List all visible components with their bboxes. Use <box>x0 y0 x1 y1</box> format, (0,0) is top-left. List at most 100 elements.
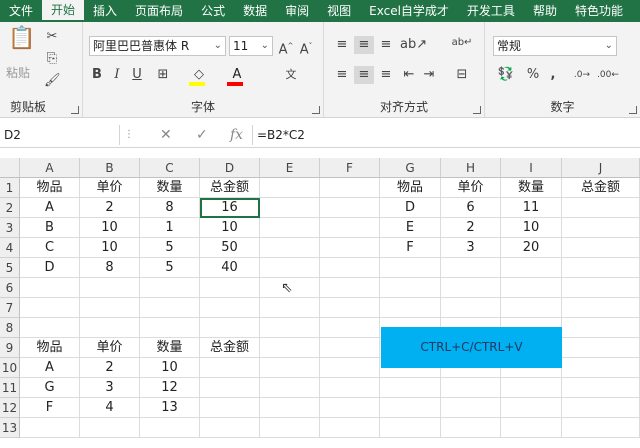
cell[interactable] <box>441 298 501 318</box>
cell[interactable] <box>20 418 80 438</box>
table-cell[interactable]: 3 <box>441 238 501 258</box>
table-cell[interactable] <box>200 398 260 418</box>
align-right-icon[interactable]: ≡ <box>376 66 396 84</box>
row-header-7[interactable]: 7 <box>0 298 20 318</box>
cell[interactable] <box>562 378 640 398</box>
table-cell[interactable] <box>562 198 640 218</box>
table-cell[interactable] <box>562 218 640 238</box>
cell[interactable] <box>320 198 380 218</box>
cell[interactable] <box>380 298 441 318</box>
number-launcher-icon[interactable] <box>629 106 637 114</box>
bold-button[interactable]: B <box>89 66 105 84</box>
cell[interactable] <box>20 278 80 298</box>
paste-label[interactable]: 粘贴 <box>6 64 30 81</box>
table-cell[interactable]: 16 <box>200 198 260 218</box>
table-cell[interactable]: 20 <box>501 238 562 258</box>
table-cell[interactable]: 10 <box>140 358 200 378</box>
table-cell[interactable]: 12 <box>140 378 200 398</box>
table-cell[interactable]: B <box>20 218 80 238</box>
align-bottom-icon[interactable]: ≡ <box>376 36 396 54</box>
cell[interactable] <box>80 318 140 338</box>
cell[interactable] <box>320 298 380 318</box>
name-box[interactable]: D2 <box>0 125 120 145</box>
table-cell[interactable]: 10 <box>80 238 140 258</box>
table-cell[interactable]: 2 <box>80 198 140 218</box>
format-painter-icon[interactable]: 🖌 <box>44 72 61 90</box>
column-header-J[interactable]: J <box>562 158 640 178</box>
table-cell[interactable]: 40 <box>200 258 260 278</box>
cell[interactable] <box>260 178 320 198</box>
cell[interactable] <box>320 338 380 358</box>
tab-9[interactable]: 开发工具 <box>458 0 524 22</box>
cell[interactable] <box>260 258 320 278</box>
table-cell[interactable] <box>200 378 260 398</box>
cell[interactable] <box>260 338 320 358</box>
tab-2[interactable]: 插入 <box>84 0 126 22</box>
table-cell[interactable]: 10 <box>80 218 140 238</box>
decrease-decimal-icon[interactable]: .00← <box>597 66 619 84</box>
cancel-icon[interactable]: ✕ <box>160 125 172 145</box>
fill-color-icon[interactable]: ◇ <box>187 66 211 86</box>
row-header-8[interactable]: 8 <box>0 318 20 338</box>
cell[interactable] <box>260 218 320 238</box>
alignment-launcher-icon[interactable] <box>473 106 481 114</box>
table1-header[interactable]: 物品 <box>20 178 80 198</box>
cell[interactable] <box>260 358 320 378</box>
table-cell[interactable]: A <box>20 358 80 378</box>
tab-3[interactable]: 页面布局 <box>126 0 192 22</box>
cell[interactable] <box>320 398 380 418</box>
cell[interactable] <box>501 398 562 418</box>
column-header-B[interactable]: B <box>80 158 140 178</box>
table-cell[interactable]: 13 <box>140 398 200 418</box>
table-cell[interactable]: 10 <box>501 218 562 238</box>
cell[interactable] <box>562 398 640 418</box>
merge-center-icon[interactable]: ⊟ <box>450 66 474 84</box>
table-cell[interactable]: 2 <box>80 358 140 378</box>
column-header-H[interactable]: H <box>441 158 501 178</box>
column-header-A[interactable]: A <box>20 158 80 178</box>
cell[interactable] <box>380 418 441 438</box>
cell[interactable] <box>200 418 260 438</box>
shrink-font-icon[interactable]: A˅ <box>297 37 315 59</box>
row-header-3[interactable]: 3 <box>0 218 20 238</box>
cell[interactable] <box>80 418 140 438</box>
cell[interactable] <box>80 278 140 298</box>
table3-header[interactable]: 数量 <box>140 338 200 358</box>
cell[interactable] <box>260 318 320 338</box>
cell[interactable] <box>441 418 501 438</box>
cell[interactable] <box>562 258 640 278</box>
table-cell[interactable]: 50 <box>200 238 260 258</box>
table-cell[interactable]: 6 <box>441 198 501 218</box>
cell[interactable] <box>320 358 380 378</box>
cell[interactable] <box>562 298 640 318</box>
copy-icon[interactable]: ⎘ <box>44 50 60 68</box>
cell[interactable] <box>380 398 441 418</box>
currency-icon[interactable]: 💱 <box>495 66 517 84</box>
column-header-I[interactable]: I <box>501 158 562 178</box>
row-header-4[interactable]: 4 <box>0 238 20 258</box>
table-cell[interactable]: 4 <box>80 398 140 418</box>
font-name-select[interactable]: 阿里巴巴普惠体 R ⌄ <box>89 36 226 56</box>
cell[interactable] <box>260 298 320 318</box>
table-cell[interactable]: A <box>20 198 80 218</box>
table-cell[interactable]: D <box>380 198 441 218</box>
table-cell[interactable]: 11 <box>501 198 562 218</box>
align-top-icon[interactable]: ≡ <box>332 36 352 54</box>
tab-7[interactable]: 视图 <box>318 0 360 22</box>
table-cell[interactable]: F <box>20 398 80 418</box>
cell[interactable] <box>562 418 640 438</box>
align-left-icon[interactable]: ≡ <box>332 66 352 84</box>
cell[interactable] <box>562 318 640 338</box>
tab-11[interactable]: 特色功能 <box>566 0 632 22</box>
table-cell[interactable]: 3 <box>80 378 140 398</box>
cell[interactable] <box>501 378 562 398</box>
tab-5[interactable]: 数据 <box>234 0 276 22</box>
row-header-6[interactable]: 6 <box>0 278 20 298</box>
cell[interactable] <box>320 418 380 438</box>
percent-button[interactable]: % <box>525 66 541 84</box>
paste-icon[interactable]: 📋 <box>8 28 35 60</box>
cell[interactable] <box>380 258 441 278</box>
row-header-2[interactable]: 2 <box>0 198 20 218</box>
table-cell[interactable]: 1 <box>140 218 200 238</box>
cell[interactable] <box>140 298 200 318</box>
